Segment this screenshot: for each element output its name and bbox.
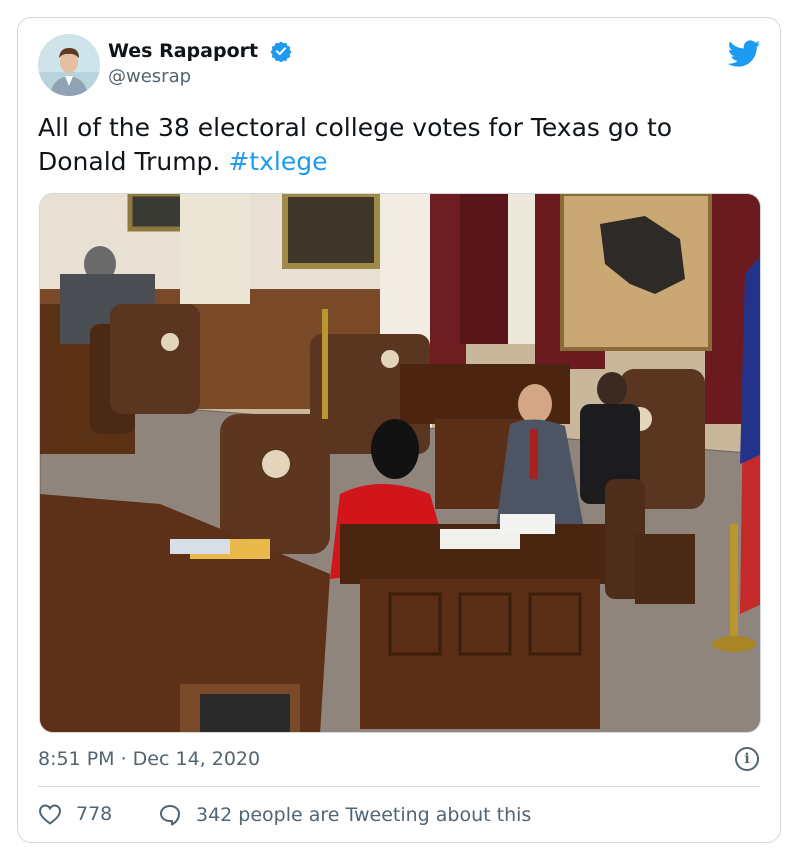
speech-bubble-icon bbox=[160, 805, 180, 826]
like-count: 778 bbox=[76, 803, 113, 825]
heart-icon bbox=[38, 804, 62, 825]
twitter-bird-icon[interactable] bbox=[728, 40, 761, 68]
like-button[interactable]: 778 bbox=[38, 803, 112, 825]
avatar[interactable] bbox=[38, 34, 100, 96]
tweet-photo[interactable] bbox=[39, 193, 761, 733]
hashtag-link[interactable]: #txlege bbox=[228, 147, 327, 176]
tweet-timestamp[interactable]: 8:51 PM · Dec 14, 2020 bbox=[38, 748, 260, 770]
conversation-link[interactable]: 342 people are Tweeting about this bbox=[158, 803, 531, 827]
photo-image bbox=[40, 194, 760, 732]
tweet-text: All of the 38 electoral college votes fo… bbox=[38, 111, 758, 179]
info-icon[interactable]: i bbox=[735, 747, 759, 771]
tweet-body: All of the 38 electoral college votes fo… bbox=[38, 113, 673, 176]
tweet-card[interactable]: Wes Rapaport @wesrap All of the 38 elect… bbox=[17, 17, 781, 843]
author-name[interactable]: Wes Rapaport bbox=[108, 40, 258, 62]
divider bbox=[38, 786, 760, 787]
conversation-text: 342 people are Tweeting about this bbox=[196, 804, 532, 826]
verified-badge-icon bbox=[270, 41, 292, 62]
author-handle[interactable]: @wesrap bbox=[108, 66, 191, 87]
